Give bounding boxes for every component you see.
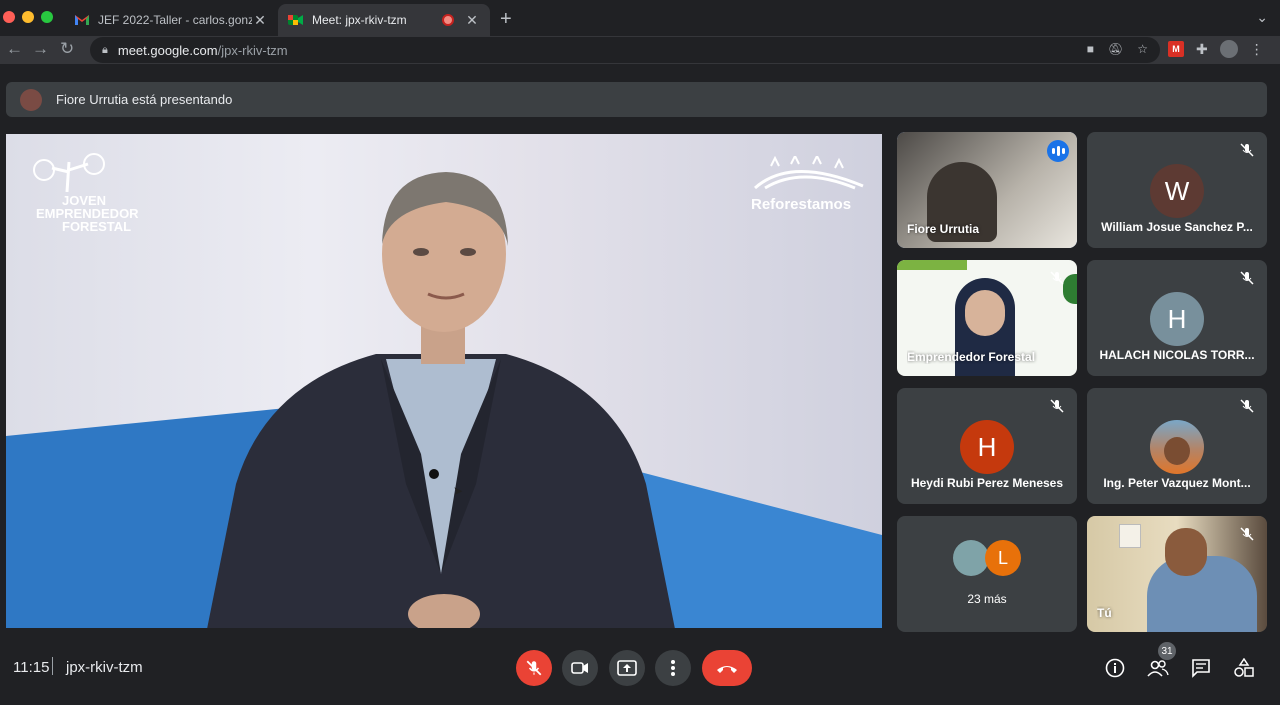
lock-icon: 🔒︎ bbox=[102, 43, 108, 56]
participant-name: Tú bbox=[1097, 606, 1112, 620]
present-screen-button[interactable] bbox=[609, 650, 645, 686]
mic-off-icon bbox=[1240, 527, 1254, 541]
chevron-down-icon[interactable]: ⌄ bbox=[1256, 9, 1268, 26]
profile-avatar[interactable] bbox=[1219, 40, 1238, 58]
participant-tile[interactable]: H Heydi Rubi Perez Meneses bbox=[897, 388, 1077, 504]
participant-tile[interactable]: W William Josue Sanchez P... bbox=[1087, 132, 1267, 248]
participant-avatar: L bbox=[985, 540, 1021, 576]
more-vert-icon bbox=[671, 660, 675, 676]
forward-icon[interactable]: → bbox=[32, 39, 49, 59]
window-zoom-button[interactable] bbox=[41, 11, 53, 23]
chat-icon bbox=[1192, 659, 1210, 678]
divider bbox=[52, 657, 53, 675]
self-face bbox=[1165, 528, 1207, 576]
meeting-code: jpx-rkiv-tzm bbox=[66, 659, 143, 676]
participant-video-element bbox=[1063, 274, 1077, 304]
tab-title: JEF 2022-Taller - carlos.gonza bbox=[98, 13, 252, 27]
participant-photo-avatar bbox=[953, 540, 989, 576]
mic-off-icon bbox=[1240, 271, 1254, 285]
notifications-off-icon[interactable]: 🔕︎ bbox=[1108, 42, 1123, 56]
participant-name: William Josue Sanchez P... bbox=[1101, 220, 1253, 234]
new-tab-button[interactable]: + bbox=[500, 8, 512, 31]
camera-toggle-button[interactable] bbox=[562, 650, 598, 686]
participant-video-element bbox=[897, 260, 967, 270]
presenter-avatar bbox=[20, 88, 42, 111]
participant-avatar: W bbox=[1150, 164, 1204, 218]
participant-name: Heydi Rubi Perez Meneses bbox=[910, 476, 1064, 490]
participant-face bbox=[1164, 437, 1190, 465]
address-bar[interactable]: 🔒︎ meet.google.com /jpx-rkiv-tzm ■ 🔕︎ ☆ bbox=[90, 37, 1160, 63]
end-call-icon bbox=[717, 666, 737, 673]
participant-face bbox=[965, 290, 1005, 336]
window-close-button[interactable] bbox=[3, 11, 15, 23]
joven-emprendedor-forestal-logo: JOVEN EMPRENDEDOR FORESTAL bbox=[22, 152, 139, 234]
extensions-puzzle-icon[interactable]: ✚ bbox=[1196, 41, 1208, 58]
activities-icon bbox=[1234, 658, 1254, 677]
browser-toolbar: ← → ↻ 🔒︎ meet.google.com /jpx-rkiv-tzm ■… bbox=[0, 36, 1280, 64]
close-tab-icon[interactable]: ✕ bbox=[252, 12, 268, 29]
browser-tab-gmail[interactable]: JEF 2022-Taller - carlos.gonza ✕ bbox=[64, 4, 278, 36]
participant-tile[interactable]: Fiore Urrutia bbox=[897, 132, 1077, 248]
activities-button[interactable] bbox=[1232, 656, 1256, 680]
camera-icon bbox=[571, 662, 588, 674]
speaking-indicator-icon bbox=[1047, 140, 1069, 162]
browser-tab-meet[interactable]: Meet: jpx-rkiv-tzm ✕ bbox=[278, 4, 490, 36]
chat-button[interactable] bbox=[1189, 656, 1213, 680]
logo-text: Reforestamos bbox=[751, 196, 852, 213]
presenting-banner: Fiore Urrutia está presentando bbox=[6, 82, 1267, 117]
leave-call-button[interactable] bbox=[702, 650, 752, 686]
tree-logo-icon bbox=[33, 153, 105, 193]
meeting-controls-bar: 11:15 jpx-rkiv-tzm 31 bbox=[0, 632, 1280, 705]
window-minimize-button[interactable] bbox=[22, 11, 34, 23]
gmail-icon bbox=[74, 12, 90, 28]
participants-count-badge: 31 bbox=[1158, 642, 1176, 660]
present-icon bbox=[617, 660, 637, 676]
wall-poster bbox=[1119, 524, 1141, 548]
hills-logo-icon bbox=[754, 153, 864, 190]
info-icon bbox=[1105, 658, 1125, 678]
meeting-clock: 11:15 bbox=[13, 659, 50, 676]
mic-off-icon bbox=[1050, 271, 1064, 285]
presenting-text: Fiore Urrutia está presentando bbox=[56, 92, 233, 107]
url-path: /jpx-rkiv-tzm bbox=[217, 42, 288, 58]
participant-tile[interactable]: Emprendedor Forestal bbox=[897, 260, 1077, 376]
participant-avatar: H bbox=[960, 420, 1014, 474]
participant-name: Ing. Peter Vazquez Mont... bbox=[1103, 476, 1251, 490]
mic-off-icon bbox=[1050, 399, 1064, 413]
recording-icon bbox=[442, 14, 454, 26]
participant-name: Fiore Urrutia bbox=[907, 222, 980, 236]
mic-off-icon bbox=[1240, 399, 1254, 413]
participant-tile[interactable]: Ing. Peter Vazquez Mont... bbox=[1087, 388, 1267, 504]
extension-icon[interactable]: M bbox=[1168, 41, 1184, 57]
tab-title: Meet: jpx-rkiv-tzm bbox=[312, 13, 407, 27]
reforestamos-logo: Reforestamos bbox=[751, 153, 867, 213]
url-host: meet.google.com bbox=[117, 42, 218, 58]
back-icon[interactable]: ← bbox=[6, 39, 23, 59]
bookmark-star-icon[interactable]: ☆ bbox=[1137, 42, 1148, 56]
speaker-video bbox=[207, 172, 675, 628]
participant-name: Emprendedor Forestal bbox=[907, 350, 1036, 364]
mic-off-icon bbox=[1240, 143, 1254, 157]
meet-icon bbox=[288, 12, 304, 28]
participant-avatar: H bbox=[1150, 292, 1204, 346]
main-video-stage[interactable]: JOVEN EMPRENDEDOR FORESTAL Reforestamos … bbox=[6, 134, 882, 628]
meeting-details-button[interactable] bbox=[1103, 656, 1127, 680]
browser-tab-strip: JEF 2022-Taller - carlos.gonza ✕ Meet: j… bbox=[0, 0, 1280, 36]
close-tab-icon[interactable]: ✕ bbox=[464, 12, 480, 29]
participant-name: HALACH NICOLAS TORR... bbox=[1099, 348, 1255, 362]
mic-off-icon bbox=[526, 660, 542, 676]
more-participants-label: 23 más bbox=[967, 592, 1007, 606]
more-participants-tile[interactable]: L 23 más bbox=[897, 516, 1077, 632]
more-options-button[interactable] bbox=[655, 650, 691, 686]
mic-toggle-button[interactable] bbox=[516, 650, 552, 686]
mouse-cursor-icon: ➤ bbox=[453, 484, 464, 498]
participant-tile[interactable]: H HALACH NICOLAS TORR... bbox=[1087, 260, 1267, 376]
participant-photo-avatar bbox=[1150, 420, 1204, 474]
browser-menu-icon[interactable]: ⋮ bbox=[1250, 41, 1264, 58]
camera-in-use-icon[interactable]: ■ bbox=[1087, 42, 1094, 56]
logo-line: FORESTAL bbox=[62, 219, 132, 234]
self-view-tile[interactable]: Tú bbox=[1087, 516, 1267, 632]
people-icon bbox=[1147, 660, 1169, 677]
reload-icon[interactable]: ↻ bbox=[60, 39, 74, 59]
